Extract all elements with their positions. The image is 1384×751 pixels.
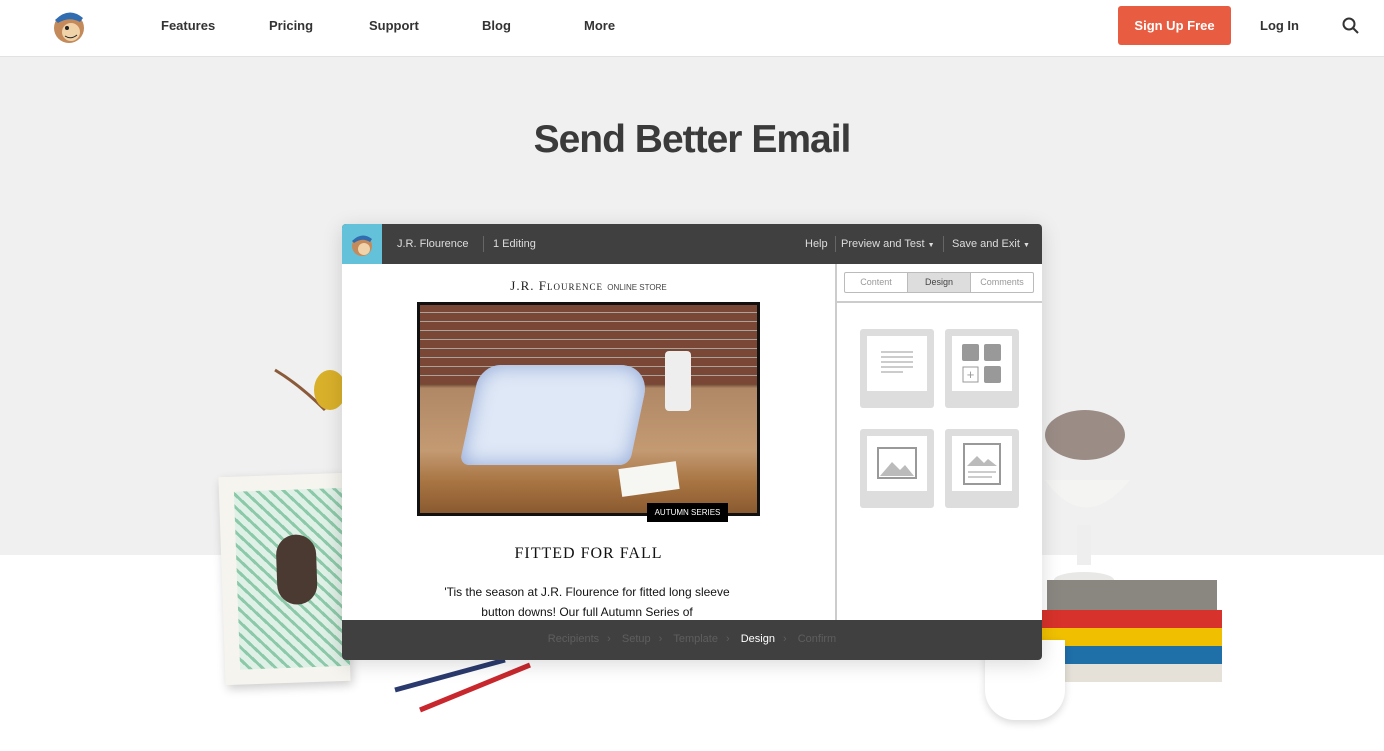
nav-blog[interactable]: Blog — [482, 18, 511, 33]
tab-design[interactable]: Design — [908, 273, 971, 292]
email-heading: FITTED FOR FALL — [514, 545, 663, 562]
pencils-illustration — [394, 657, 531, 713]
autumn-series-badge: AUTUMN SERIES — [647, 503, 728, 522]
nav-support[interactable]: Support — [369, 18, 419, 33]
email-body: 'Tis the season at J.R. Flourence for fi… — [444, 585, 730, 619]
preview-label: Preview and Test — [841, 238, 925, 250]
bird-illustration — [274, 368, 346, 412]
step-recipients[interactable]: Recipients — [548, 633, 599, 645]
nav-more[interactable]: More — [584, 18, 615, 33]
sign-up-button[interactable]: Sign Up Free — [1118, 6, 1231, 45]
social-block[interactable]: + — [945, 329, 1019, 408]
image-card-block-icon — [963, 443, 1001, 485]
image-block[interactable] — [860, 429, 934, 508]
caret-down-icon: ▼ — [1022, 242, 1030, 249]
image-card-block[interactable] — [945, 429, 1019, 508]
text-block-icon — [881, 351, 913, 373]
email-preview[interactable]: J.R. Flourence ONLINE STORE AUTUMN SERIE… — [342, 264, 835, 620]
step-setup[interactable]: Setup — [622, 633, 651, 645]
chevron-right-icon: › — [725, 633, 730, 645]
chevron-right-icon: › — [782, 633, 787, 645]
step-design[interactable]: Design — [741, 633, 775, 645]
page-title: Send Better Email — [533, 118, 852, 161]
design-panel: Content Design Comments + — [835, 264, 1042, 620]
account-name: J.R. Flourence — [397, 238, 469, 250]
top-nav: Features Pricing Support Blog More Sign … — [0, 0, 1384, 57]
tab-content[interactable]: Content — [845, 273, 908, 292]
editing-count: 1 Editing — [493, 238, 536, 250]
image-block-icon — [877, 447, 917, 479]
search-icon[interactable] — [1342, 17, 1360, 35]
picture-frame — [218, 472, 351, 686]
product-image[interactable] — [417, 302, 760, 516]
editor-topbar: J.R. Flourence 1 Editing Help Preview an… — [342, 224, 1042, 264]
panel-tabs: Content Design Comments — [844, 272, 1034, 293]
save-label: Save and Exit — [952, 238, 1020, 250]
step-breadcrumb: Recipients › Setup › Template › Design › Con… — [342, 620, 1042, 660]
nav-pricing[interactable]: Pricing — [269, 18, 313, 33]
svg-text:+: + — [967, 367, 975, 382]
log-in-link[interactable]: Log In — [1260, 18, 1299, 33]
email-editor-window: J.R. Flourence 1 Editing Help Preview an… — [342, 224, 1042, 660]
mailchimp-logo[interactable] — [50, 6, 88, 46]
step-template[interactable]: Template — [673, 633, 718, 645]
succulent-plant — [1045, 410, 1130, 588]
chevron-right-icon: › — [607, 633, 611, 645]
preview-test-menu[interactable]: Preview and Test ▼ — [841, 238, 935, 250]
tab-comments[interactable]: Comments — [971, 273, 1033, 292]
book-stack — [1042, 580, 1222, 690]
nav-features[interactable]: Features — [161, 18, 215, 33]
store-name: J.R. Flourence — [510, 278, 604, 293]
help-link[interactable]: Help — [805, 238, 828, 250]
save-exit-menu[interactable]: Save and Exit ▼ — [952, 238, 1030, 250]
caret-down-icon: ▼ — [927, 242, 935, 249]
step-confirm[interactable]: Confirm — [798, 633, 837, 645]
mailchimp-icon — [352, 235, 372, 256]
store-suffix: ONLINE STORE — [607, 283, 667, 292]
text-block[interactable] — [860, 329, 934, 408]
social-block-icon: + — [962, 344, 1001, 383]
app-logo[interactable] — [342, 224, 382, 264]
store-header: J.R. Flourence ONLINE STORE — [342, 278, 835, 294]
chevron-right-icon: › — [658, 633, 663, 645]
